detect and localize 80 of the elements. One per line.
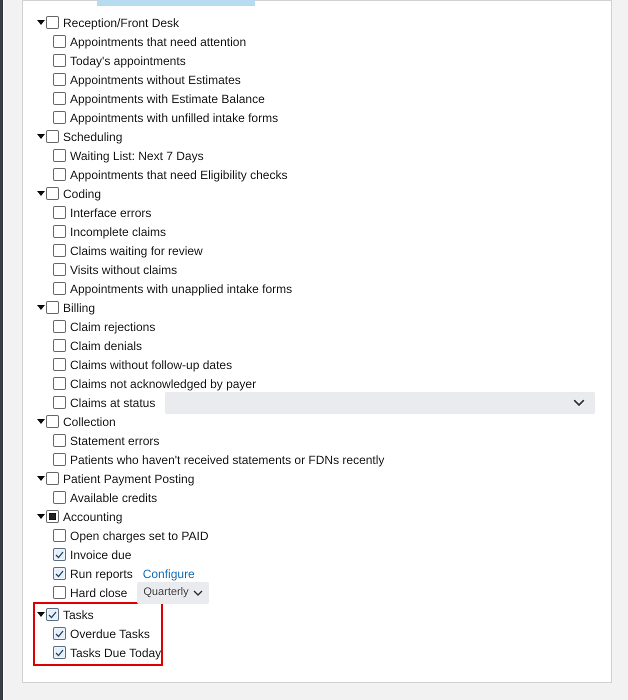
- option-label: Visits without claims: [70, 262, 178, 278]
- option-label: Claim denials: [70, 338, 142, 354]
- option-label: Claim rejections: [70, 318, 156, 336]
- option-label: Today's appointments: [70, 52, 186, 70]
- option-label: Claims without follow-up dates: [70, 356, 232, 374]
- checkbox[interactable]: [53, 73, 66, 86]
- option-label: Claims not acknowledged by payer: [70, 376, 256, 392]
- option-label: Invoice due: [70, 546, 132, 564]
- checkbox[interactable]: [53, 567, 66, 580]
- checkbox[interactable]: [53, 586, 66, 599]
- option-label: Run reports: [70, 566, 133, 582]
- checkbox[interactable]: [53, 225, 66, 238]
- checkbox[interactable]: [53, 396, 66, 409]
- expand-caret-icon[interactable]: [37, 612, 45, 617]
- checkbox[interactable]: [46, 301, 59, 314]
- checkbox[interactable]: [46, 608, 59, 621]
- checkbox[interactable]: [53, 339, 66, 352]
- option-label: Interface errors: [70, 204, 152, 222]
- checkbox[interactable]: [53, 111, 66, 124]
- option-label: Waiting List: Next 7 Days: [70, 148, 204, 164]
- checkbox[interactable]: [46, 472, 59, 485]
- group-label: Scheduling: [63, 128, 122, 146]
- option-label: Tasks Due Today: [70, 644, 162, 662]
- checkbox[interactable]: [53, 282, 66, 295]
- checkbox[interactable]: [53, 627, 66, 640]
- checkbox[interactable]: [46, 16, 59, 29]
- option-label: Available credits: [70, 490, 158, 506]
- checkbox[interactable]: [53, 491, 66, 504]
- checkbox[interactable]: [53, 646, 66, 659]
- option-label: Open charges set to PAID: [70, 528, 209, 544]
- checkbox[interactable]: [53, 453, 66, 466]
- option-label: Incomplete claims: [70, 224, 166, 240]
- checkbox[interactable]: [53, 358, 66, 371]
- checkbox[interactable]: [53, 320, 66, 333]
- option-label: Appointments with unfilled intake forms: [70, 110, 278, 126]
- expand-caret-icon[interactable]: [37, 476, 45, 481]
- checkbox[interactable]: [53, 92, 66, 105]
- expand-caret-icon[interactable]: [37, 514, 45, 519]
- frequency-dropdown[interactable]: Quarterly: [137, 582, 209, 604]
- option-label: Appointments with Estimate Balance: [70, 90, 265, 108]
- option-label: Patients who haven't received statements or FDNs recently: [70, 452, 384, 468]
- configure-link[interactable]: Configure: [142, 564, 195, 582]
- expand-caret-icon[interactable]: [37, 191, 45, 196]
- checkbox[interactable]: [46, 130, 59, 143]
- option-label: Claims at status: [70, 394, 156, 412]
- chevron-down-icon: [573, 398, 586, 406]
- checkbox[interactable]: [53, 35, 66, 48]
- option-label: Appointments without Estimates: [70, 72, 241, 88]
- option-label: Appointments that need attention: [70, 34, 246, 50]
- group-label: Accounting: [63, 508, 122, 526]
- option-label: Overdue Tasks: [70, 626, 150, 642]
- option-label: Appointments with unapplied intake forms: [70, 280, 292, 298]
- group-label: Collection: [63, 414, 116, 430]
- checkbox[interactable]: [46, 510, 59, 523]
- checkbox[interactable]: [53, 434, 66, 447]
- group-label: Billing: [63, 300, 96, 316]
- checkbox[interactable]: [53, 377, 66, 390]
- option-label: Statement errors: [70, 432, 160, 450]
- expand-caret-icon[interactable]: [37, 20, 45, 25]
- option-label: Appointments that need Eligibility checks: [70, 166, 288, 184]
- checkbox[interactable]: [53, 206, 66, 219]
- checkbox[interactable]: [46, 415, 59, 428]
- checkbox[interactable]: [53, 244, 66, 257]
- expand-caret-icon[interactable]: [37, 419, 45, 424]
- checkbox[interactable]: [53, 263, 66, 276]
- expand-caret-icon[interactable]: [37, 305, 45, 310]
- checkbox[interactable]: [53, 54, 66, 67]
- expand-caret-icon[interactable]: [37, 134, 45, 139]
- checkbox[interactable]: [53, 168, 66, 181]
- checkbox[interactable]: [53, 149, 66, 162]
- group-label: Patient Payment Posting: [63, 470, 194, 488]
- group-label: Coding: [63, 186, 102, 202]
- option-label: Claims waiting for review: [70, 242, 203, 260]
- checkbox[interactable]: [53, 548, 66, 561]
- group-label: Reception/Front Desk: [63, 14, 180, 32]
- checkbox[interactable]: [53, 529, 66, 542]
- group-label: Tasks: [63, 606, 94, 624]
- option-label: Hard close: [70, 584, 128, 602]
- checkbox[interactable]: [46, 187, 59, 200]
- chevron-down-icon: [192, 590, 203, 596]
